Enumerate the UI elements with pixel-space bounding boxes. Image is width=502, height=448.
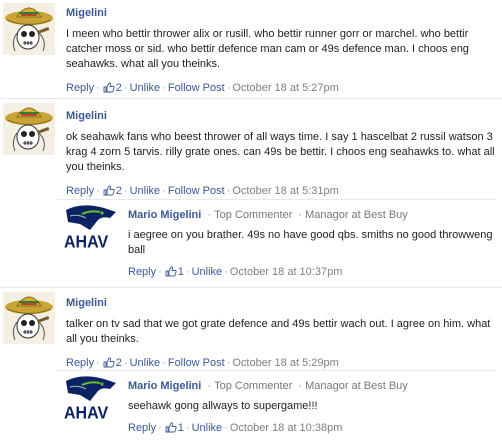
reply-author-link[interactable]: Mario Migelini	[128, 209, 201, 221]
author-role[interactable]: Managor at Best Buy	[305, 380, 408, 392]
comment-text: I meen who bettir thrower alix or rusill…	[66, 28, 469, 70]
like-count[interactable]: 1	[178, 266, 184, 278]
comment-body: Migelini ok seahawk fans who beest throw…	[66, 109, 496, 200]
reply-author-link[interactable]: Mario Migelini	[128, 380, 201, 392]
reply-link[interactable]: Reply	[128, 422, 156, 434]
unlike-link[interactable]: Unlike	[130, 357, 161, 369]
reply-text: i aegree on you brather. 49s no have goo…	[128, 229, 493, 256]
reply-timestamp[interactable]: October 18 at 10:37pm	[230, 266, 343, 278]
like-count[interactable]: 2	[116, 357, 122, 369]
comment-timestamp[interactable]: October 18 at 5:31pm	[232, 185, 338, 197]
comment-author-link[interactable]: Migelini	[66, 7, 107, 19]
reply-link[interactable]: Reply	[66, 185, 94, 197]
like-thumb-icon[interactable]	[165, 266, 177, 281]
top-commenter-badge: Top Commenter	[214, 209, 293, 221]
comment: Migelini I meen who bettir thrower alix …	[0, 0, 502, 94]
top-commenter-badge: Top Commenter	[214, 380, 293, 392]
follow-post-link[interactable]: Follow Post	[168, 185, 225, 197]
reply-text: seehawk gong allways to supergame!!!	[128, 400, 318, 412]
comment-author-link[interactable]: Migelini	[66, 110, 107, 122]
avatar[interactable]: AHAV	[64, 375, 118, 429]
reply-link[interactable]: Reply	[66, 357, 94, 369]
comment: Migelini ok seahawk fans who beest throw…	[0, 98, 502, 197]
like-count[interactable]: 2	[116, 185, 122, 197]
unlike-link[interactable]: Unlike	[192, 266, 223, 278]
unlike-link[interactable]: Unlike	[192, 422, 223, 434]
comment: Migelini talker on tv sad that we got gr…	[0, 287, 502, 369]
reply-actions: Reply · 1 · Unlike · October 18 at 10:37pm	[128, 265, 498, 281]
comment-author-link[interactable]: Migelini	[66, 297, 107, 309]
avatar[interactable]	[3, 292, 55, 344]
reply-actions: Reply · 1 · Unlike · October 18 at 10:38pm	[128, 421, 498, 437]
reply-link[interactable]: Reply	[66, 82, 94, 94]
comment-actions: Reply · 2 · Unlike · Follow Post · October 18 at…	[66, 81, 496, 97]
like-count[interactable]: 2	[116, 82, 122, 94]
like-thumb-icon[interactable]	[103, 185, 115, 200]
like-thumb-icon[interactable]	[165, 422, 177, 437]
avatar[interactable]	[3, 103, 55, 155]
comment-text: ok seahawk fans who beest thrower of all…	[66, 131, 495, 173]
like-thumb-icon[interactable]	[103, 82, 115, 97]
comment-text: talker on tv sad that we got grate defen…	[66, 318, 491, 345]
follow-post-link[interactable]: Follow Post	[168, 82, 225, 94]
comment-actions: Reply · 2 · Unlike · Follow Post · October 18 at…	[66, 184, 496, 200]
unlike-link[interactable]: Unlike	[130, 82, 161, 94]
reply: AHAV Mario Migelini · Top Commenter · Mana…	[0, 370, 502, 448]
reply-link[interactable]: Reply	[128, 266, 156, 278]
sombrero-skull-avatar-image	[3, 292, 55, 344]
avatar-text: AHAV	[64, 233, 109, 252]
avatar[interactable]: AHAV	[64, 204, 118, 258]
follow-post-link[interactable]: Follow Post	[168, 357, 225, 369]
sombrero-skull-avatar-image	[3, 103, 55, 155]
unlike-link[interactable]: Unlike	[130, 185, 161, 197]
reply-body: Mario Migelini · Top Commenter · Managor a…	[128, 379, 498, 437]
avatar[interactable]	[3, 3, 55, 55]
comment-timestamp[interactable]: October 18 at 5:29pm	[232, 357, 338, 369]
comment-body: Migelini I meen who bettir thrower alix …	[66, 6, 496, 97]
comment-timestamp[interactable]: October 18 at 5:27pm	[232, 82, 338, 94]
comment-body: Migelini talker on tv sad that we got gr…	[66, 296, 496, 372]
like-count[interactable]: 1	[178, 422, 184, 434]
author-role[interactable]: Managor at Best Buy	[305, 209, 408, 221]
reply: AHAV Mario Migelini · Top Commenter · Mana…	[0, 199, 502, 283]
reply-timestamp[interactable]: October 18 at 10:38pm	[230, 422, 343, 434]
sombrero-skull-avatar-image	[3, 3, 55, 55]
avatar-text: AHAV	[64, 404, 109, 423]
reply-body: Mario Migelini · Top Commenter · Managor a…	[128, 208, 498, 281]
